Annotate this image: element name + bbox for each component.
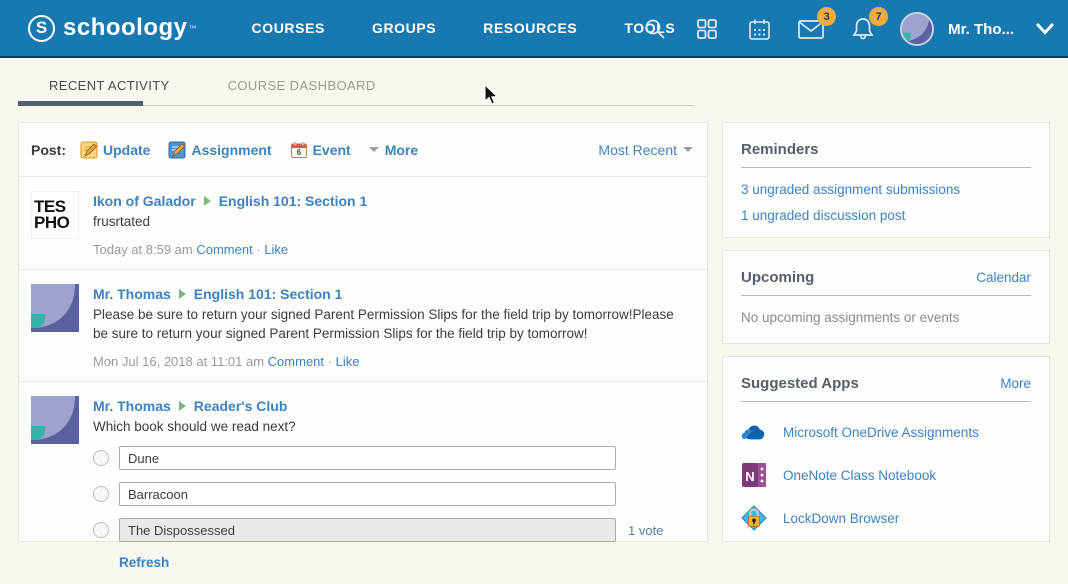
post-author-link[interactable]: Mr. Thomas: [93, 286, 171, 302]
poll-question: Which book should we read next?: [93, 417, 678, 437]
upcoming-title: Upcoming: [741, 269, 814, 286]
post-timestamp: Today at 8:59 am: [93, 242, 193, 257]
poll-refresh-link[interactable]: Refresh: [119, 555, 169, 570]
reminders-title: Reminders: [741, 141, 819, 158]
user-name[interactable]: Mr. Tho...: [948, 21, 1014, 38]
sort-caret-icon: [683, 147, 693, 152]
like-link[interactable]: Like: [264, 242, 288, 257]
upcoming-empty-text: No upcoming assignments or events: [723, 296, 1049, 325]
feed-item: TES PHO Ikon of Galador English 101: Sec…: [19, 177, 707, 270]
app-label: OneNote Class Notebook: [783, 468, 936, 483]
activity-feed-panel: Post: Update Assignment: [18, 122, 708, 542]
poll-option[interactable]: Barracoon: [119, 482, 616, 506]
poll-option-radio[interactable]: [93, 522, 109, 538]
messages-badge: 3: [817, 7, 836, 26]
activity-tabs: RECENT ACTIVITY COURSE DASHBOARD: [18, 78, 694, 106]
feed-item: Mr. Thomas English 101: Section 1 Please…: [19, 270, 707, 382]
active-tab-underline: [18, 101, 143, 106]
app-item-onenote[interactable]: N OneNote Class Notebook: [723, 462, 1049, 488]
nav-groups[interactable]: GROUPS: [372, 20, 436, 36]
schoology-s-icon: S: [28, 15, 55, 42]
svg-text:6: 6: [296, 148, 301, 157]
messages-icon[interactable]: 3: [796, 14, 826, 44]
comment-link[interactable]: Comment: [268, 354, 324, 369]
post-author-avatar[interactable]: [31, 284, 79, 332]
sort-label: Most Recent: [598, 142, 677, 158]
post-label: Post:: [31, 142, 66, 158]
tab-divider: [18, 105, 694, 106]
app-item-lockdown[interactable]: LockDown Browser: [723, 505, 1049, 531]
event-icon: 6: [290, 141, 308, 159]
poll-option-radio[interactable]: [93, 450, 109, 466]
sort-dropdown[interactable]: Most Recent: [598, 142, 693, 158]
onenote-icon: N: [741, 462, 767, 488]
brand-trademark: ™: [189, 24, 197, 33]
post-timestamp: Mon Jul 16, 2018 at 11:01 am: [93, 354, 264, 369]
poll-option[interactable]: The Dispossessed: [119, 518, 616, 542]
app-label: LockDown Browser: [783, 511, 899, 526]
context-arrow-icon: [204, 196, 211, 206]
poll-option[interactable]: Dune: [119, 446, 616, 470]
post-context-link[interactable]: Reader's Club: [194, 398, 288, 414]
feed-item: Mr. Thomas Reader's Club Which book shou…: [19, 382, 707, 584]
post-update-button[interactable]: Update: [80, 141, 150, 159]
user-menu-chevron-down-icon[interactable]: [1036, 23, 1054, 35]
schoology-logo[interactable]: S schoology ™: [28, 14, 197, 42]
tab-course-dashboard[interactable]: COURSE DASHBOARD: [228, 78, 376, 105]
top-navbar: S schoology ™ COURSES GROUPS RESOURCES T…: [0, 0, 1068, 58]
app-label: Microsoft OneDrive Assignments: [783, 425, 979, 440]
calendar-icon[interactable]: [744, 14, 774, 44]
reminders-panel: Reminders 3 ungraded assignment submissi…: [722, 122, 1050, 238]
more-caret-icon: [369, 147, 379, 152]
reminder-link-ungraded-assignments[interactable]: 3 ungraded assignment submissions: [741, 182, 1031, 197]
like-link[interactable]: Like: [336, 354, 360, 369]
post-author-avatar[interactable]: TES PHO: [31, 191, 79, 239]
post-author-link[interactable]: Mr. Thomas: [93, 398, 171, 414]
poll-option-radio[interactable]: [93, 486, 109, 502]
post-body: Please be sure to return your signed Par…: [93, 305, 678, 344]
update-icon: [80, 141, 98, 159]
post-context-link[interactable]: English 101: Section 1: [219, 193, 368, 209]
lockdown-icon: [741, 505, 767, 531]
app-item-onedrive[interactable]: Microsoft OneDrive Assignments: [723, 419, 1049, 445]
context-arrow-icon: [179, 401, 186, 411]
reminder-link-ungraded-discussion[interactable]: 1 ungraded discussion post: [741, 208, 1031, 223]
notifications-badge: 7: [869, 7, 888, 26]
brand-name: schoology: [63, 14, 188, 42]
nav-courses[interactable]: COURSES: [252, 20, 325, 36]
post-event-button[interactable]: 6 Event: [290, 141, 351, 159]
suggested-apps-panel: Suggested Apps More Microsoft OneDrive A…: [722, 356, 1050, 542]
post-bar: Post: Update Assignment: [19, 123, 707, 177]
upcoming-panel: Upcoming Calendar No upcoming assignment…: [722, 250, 1050, 344]
nav-resources[interactable]: RESOURCES: [483, 20, 577, 36]
poll-vote-count: 1 vote: [628, 523, 663, 538]
post-context-link[interactable]: English 101: Section 1: [194, 286, 343, 302]
comment-link[interactable]: Comment: [196, 242, 252, 257]
post-more-button[interactable]: More: [369, 142, 418, 158]
more-apps-link[interactable]: More: [1000, 376, 1031, 391]
calendar-link[interactable]: Calendar: [976, 270, 1031, 285]
notifications-icon[interactable]: 7: [848, 14, 878, 44]
post-body: frusrtated: [93, 212, 678, 232]
svg-text:N: N: [745, 469, 754, 484]
post-assignment-button[interactable]: Assignment: [168, 141, 271, 159]
context-arrow-icon: [179, 289, 186, 299]
poll: Dune Barracoon The Dispossessed 1 vote R…: [93, 446, 693, 572]
main-nav: COURSES GROUPS RESOURCES TOOLS: [252, 20, 676, 36]
onedrive-icon: [741, 419, 767, 445]
post-author-avatar[interactable]: [31, 396, 79, 444]
user-avatar[interactable]: [900, 12, 934, 46]
post-author-link[interactable]: Ikon of Galador: [93, 193, 196, 209]
apps-grid-icon[interactable]: [692, 14, 722, 44]
assignment-icon: [168, 141, 186, 159]
search-icon[interactable]: [640, 14, 670, 44]
suggested-apps-title: Suggested Apps: [741, 375, 859, 392]
